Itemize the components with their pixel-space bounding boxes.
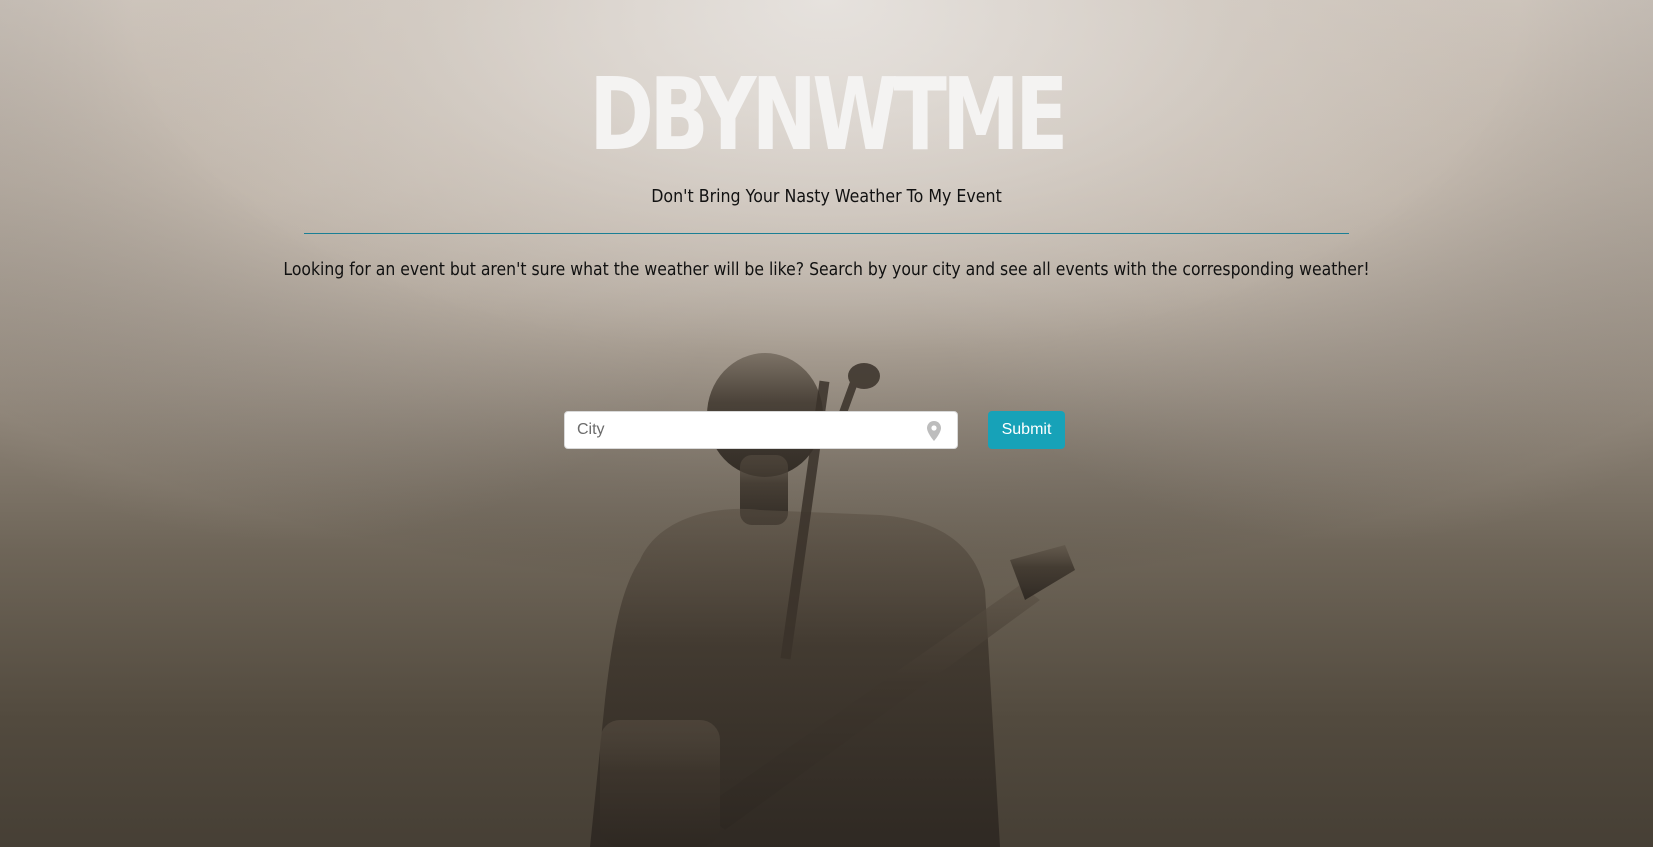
- city-input[interactable]: [565, 412, 915, 448]
- map-pin-icon: [927, 421, 941, 441]
- submit-button[interactable]: Submit: [988, 411, 1065, 449]
- hero-content: DBYNWTME Don't Bring Your Nasty Weather …: [0, 0, 1653, 847]
- intro-description: Looking for an event but aren't sure wha…: [283, 259, 1370, 280]
- city-search-field[interactable]: [564, 411, 958, 449]
- header-divider: [304, 233, 1349, 234]
- site-title: DBYNWTME: [589, 56, 1068, 173]
- site-tagline: Don't Bring Your Nasty Weather To My Eve…: [651, 186, 1002, 207]
